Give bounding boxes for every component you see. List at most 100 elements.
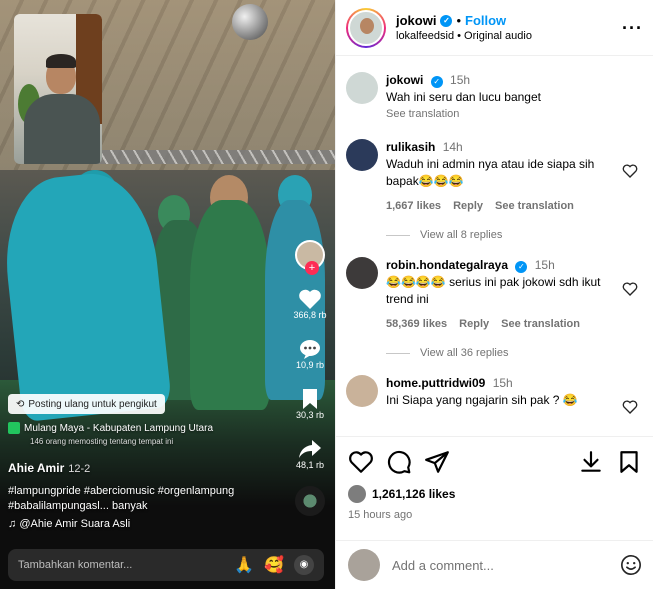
music-credit[interactable]: ♫ @Ahie Amir Suara Asli	[8, 518, 130, 530]
like-summary[interactable]: 1,261,126 likes	[348, 485, 642, 503]
see-translation-link[interactable]: See translation	[495, 198, 574, 215]
current-user-avatar	[348, 549, 380, 581]
hashtags[interactable]: #lampungpride #aberciomusic #orgenlampun…	[8, 484, 278, 514]
comment-like-count[interactable]: 58,369 likes	[386, 316, 447, 333]
see-translation-link[interactable]: See translation	[501, 316, 580, 333]
separator-dot: •	[456, 13, 462, 28]
comment-count: 10,9 rb	[295, 360, 325, 370]
add-comment-input[interactable]: Add a comment...	[392, 558, 620, 573]
share-paper-plane-icon[interactable]	[424, 449, 450, 475]
dancer-front	[0, 167, 173, 423]
commenter-avatar[interactable]	[346, 72, 378, 104]
comment-list[interactable]: jokowi ✓ 15h Wah ini seru dan lucu bange…	[336, 56, 653, 436]
comment-heart-icon[interactable]	[622, 163, 638, 179]
reply-button[interactable]: Reply	[453, 198, 483, 215]
author-name: Ahie Amir	[8, 461, 65, 475]
comment-username[interactable]: jokowi	[386, 73, 423, 87]
location-subtext: 146 orang memosting tentang tempat ini	[30, 437, 174, 446]
author-date: 12-2	[68, 463, 91, 475]
repost-badge[interactable]: ⟲ Posting ulang untuk pengikut	[8, 394, 165, 414]
liker-avatar	[348, 485, 366, 503]
comment-heart-icon[interactable]	[622, 281, 638, 297]
location-pin-icon	[8, 422, 20, 434]
verified-badge-icon: ✓	[430, 75, 443, 88]
video-comment-bar[interactable]: Tambahkan komentar... 🙏 🥰 ◉	[8, 549, 324, 581]
like-heart-icon[interactable]	[348, 449, 374, 475]
music-note-icon: ♫	[8, 518, 20, 530]
commenter-avatar[interactable]	[346, 139, 378, 171]
comment-time: 15h	[492, 376, 513, 390]
commenter-avatar[interactable]	[346, 375, 378, 407]
pray-emoji-button[interactable]: 🙏	[234, 555, 254, 575]
reply-button[interactable]: Reply	[459, 316, 489, 333]
comment-item: robin.hondategalraya ✓ 15h 😂😂😂😂 serius i…	[346, 257, 644, 333]
comment-time: 15h	[450, 73, 471, 87]
mention-icon[interactable]: ◉	[294, 555, 314, 575]
commenter-avatar[interactable]	[346, 257, 378, 289]
verified-badge-icon: ✓	[440, 14, 453, 27]
hashtags-more[interactable]: banyak	[112, 500, 147, 512]
heart-icon[interactable]	[297, 288, 323, 310]
music-title: @Ahie Amir Suara Asli	[19, 518, 131, 530]
save-control[interactable]: 30,3 rb	[296, 388, 324, 420]
share-arrow-icon[interactable]	[297, 438, 323, 460]
location-tag[interactable]: Mulang Maya - Kabupaten Lampung Utara	[8, 422, 213, 434]
comment-username[interactable]: home.puttridwi09	[386, 376, 485, 390]
action-rail: + 366,8 rb 10,9 rb 30,3 rb 48,1 rb	[293, 240, 327, 516]
love-emoji-button[interactable]: 🥰	[264, 555, 284, 575]
comment-time: 14h	[442, 140, 463, 154]
location-name: Mulang Maya - Kabupaten Lampung Utara	[24, 422, 214, 434]
comment-item: rulikasih 14h Waduh ini admin nya atau i…	[346, 139, 644, 215]
man-hair	[46, 54, 76, 68]
follow-plus-icon[interactable]: +	[305, 261, 319, 275]
creator-avatar[interactable]: +	[295, 240, 325, 275]
more-options-icon[interactable]: ···	[622, 18, 643, 39]
video-author[interactable]: Ahie Amir 12-2	[8, 461, 90, 475]
comment-bubble-icon[interactable]	[297, 338, 323, 360]
save-count: 30,3 rb	[295, 410, 325, 420]
comment-heart-icon[interactable]	[622, 399, 638, 415]
video-panel[interactable]: + 366,8 rb 10,9 rb 30,3 rb 48,1 rb ⟲ Pos…	[0, 0, 335, 589]
comment-item: home.puttridwi09 15h Ini Siapa yang ngaj…	[346, 375, 644, 414]
comment-like-count[interactable]: 1,667 likes	[386, 198, 441, 215]
caption: jokowi ✓ 15h Wah ini seru dan lucu bange…	[346, 72, 644, 123]
post-details-panel: jokowi ✓ • Follow lokalfeedsid • Origina…	[335, 0, 653, 589]
view-replies-link[interactable]: View all 8 replies	[386, 229, 644, 241]
comment-time: 15h	[534, 258, 555, 272]
emoji-picker-icon[interactable]	[620, 554, 642, 576]
save-bookmark-icon[interactable]	[616, 449, 642, 475]
video-comment-input[interactable]: Tambahkan komentar...	[18, 559, 224, 571]
post-header: jokowi ✓ • Follow lokalfeedsid • Origina…	[336, 0, 653, 56]
post-actions: 1,261,126 likes 15 hours ago	[336, 436, 653, 521]
singer	[190, 200, 270, 410]
add-comment-bar[interactable]: Add a comment...	[336, 540, 653, 589]
repost-label: Posting ulang untuk pengikut	[28, 398, 157, 410]
share-count: 48,1 rb	[295, 460, 325, 470]
view-replies-link[interactable]: View all 36 replies	[386, 347, 644, 359]
comment-text: Ini Siapa yang ngajarin sih pak ? 😂	[386, 393, 578, 407]
comment-text: 😂😂😂😂 serius ini pak jokowi sdh ikut tren…	[386, 275, 601, 306]
music-disc-icon[interactable]	[295, 486, 325, 516]
comment-control[interactable]: 10,9 rb	[296, 338, 324, 370]
disco-ball	[232, 4, 268, 40]
like-count-text[interactable]: 1,261,126 likes	[372, 487, 455, 501]
picture-in-picture	[14, 14, 102, 164]
download-icon[interactable]	[578, 449, 604, 475]
author-username[interactable]: jokowi	[396, 13, 436, 28]
comment-text: Wah ini seru dan lucu banget	[386, 90, 541, 104]
verified-badge-icon: ✓	[515, 260, 528, 273]
repost-icon: ⟲	[16, 398, 25, 410]
comment-username[interactable]: robin.hondategalraya	[386, 258, 508, 272]
comment-text: Waduh ini admin nya atau ide siapa sih b…	[386, 157, 595, 188]
post-timestamp: 15 hours ago	[348, 509, 413, 521]
see-translation-link[interactable]: See translation	[386, 106, 626, 123]
comment-username[interactable]: rulikasih	[386, 140, 435, 154]
man-shirt	[24, 94, 100, 164]
follow-button[interactable]: Follow	[465, 13, 506, 28]
comment-icon[interactable]	[386, 449, 412, 475]
post-subtitle[interactable]: lokalfeedsid • Original audio	[396, 30, 532, 42]
bookmark-icon[interactable]	[297, 388, 323, 410]
share-control[interactable]: 48,1 rb	[296, 438, 324, 470]
author-avatar[interactable]	[346, 7, 386, 48]
like-control[interactable]: 366,8 rb	[293, 288, 327, 320]
